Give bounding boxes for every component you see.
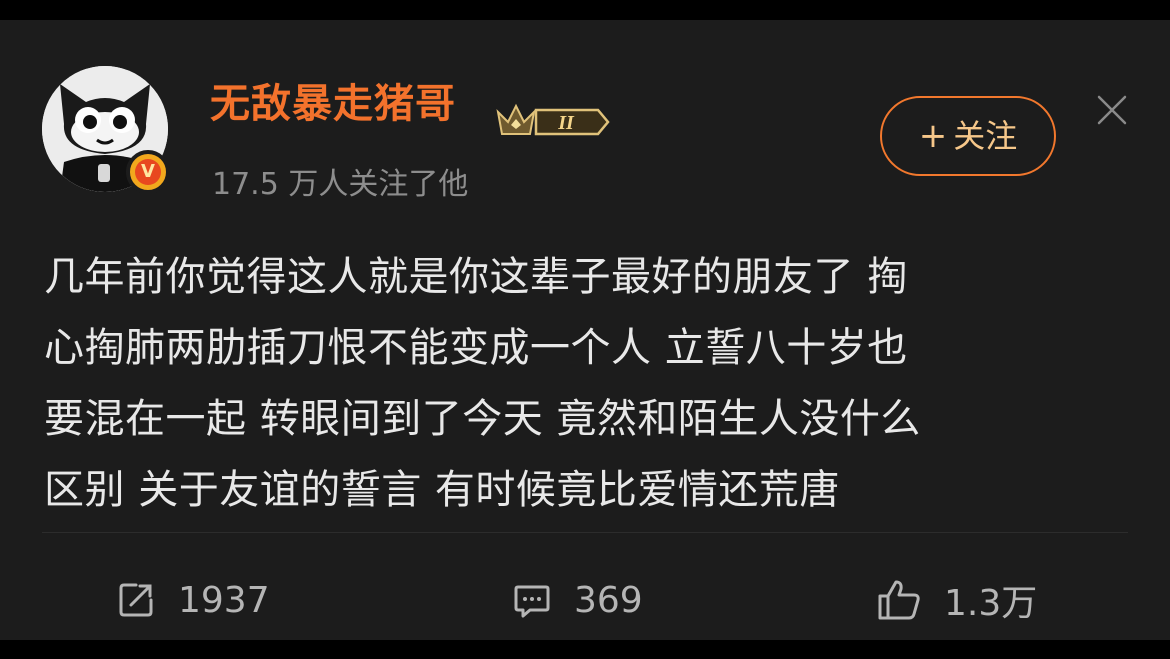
followers-count: 17.5 万人关注了他 <box>212 167 469 202</box>
verified-badge-icon: V <box>126 150 170 194</box>
comment-icon <box>514 585 550 618</box>
action-bar: 1937 369 1.3万 <box>0 560 1170 640</box>
repost-count: 1937 <box>178 579 270 621</box>
like-count: 1.3万 <box>944 583 1038 624</box>
comment-count: 369 <box>574 579 643 621</box>
like-button[interactable]: 1.3万 <box>876 560 1037 640</box>
like-icon <box>878 580 920 620</box>
post-line: 区别 关于友谊的誓言 有时候竟比爱情还荒唐 <box>44 467 840 513</box>
username[interactable]: 无敌暴走猪哥 <box>210 76 456 132</box>
post-line: 几年前你觉得这人就是你这辈子最好的朋友了 掏 <box>44 254 908 300</box>
follow-button[interactable]: + 关注 <box>880 96 1056 176</box>
repost-button[interactable]: 1937 <box>116 560 270 640</box>
level-badge-text: II <box>557 112 575 134</box>
post-line: 心掏肺两肋插刀恨不能变成一个人 立誓八十岁也 <box>44 325 908 371</box>
plus-icon: + <box>918 116 948 156</box>
divider <box>42 532 1128 533</box>
comment-button[interactable]: 369 <box>512 560 643 640</box>
level-crown-badge-icon[interactable]: II <box>494 98 612 144</box>
repost-icon <box>119 583 153 617</box>
follow-button-label: 关注 <box>953 117 1018 155</box>
post-text: 几年前你觉得这人就是你这辈子最好的朋友了 掏 心掏肺两肋插刀恨不能变成一个人 立… <box>44 242 1134 526</box>
post-line: 要混在一起 转眼间到了今天 竟然和陌生人没什么 <box>44 396 921 442</box>
weibo-post-card: V 无敌暴走猪哥 II 17.5 万人关注了他 + 关注 几年前你觉得这人就是你… <box>0 20 1170 640</box>
close-icon[interactable] <box>1094 92 1130 128</box>
verified-mark: V <box>135 159 161 185</box>
